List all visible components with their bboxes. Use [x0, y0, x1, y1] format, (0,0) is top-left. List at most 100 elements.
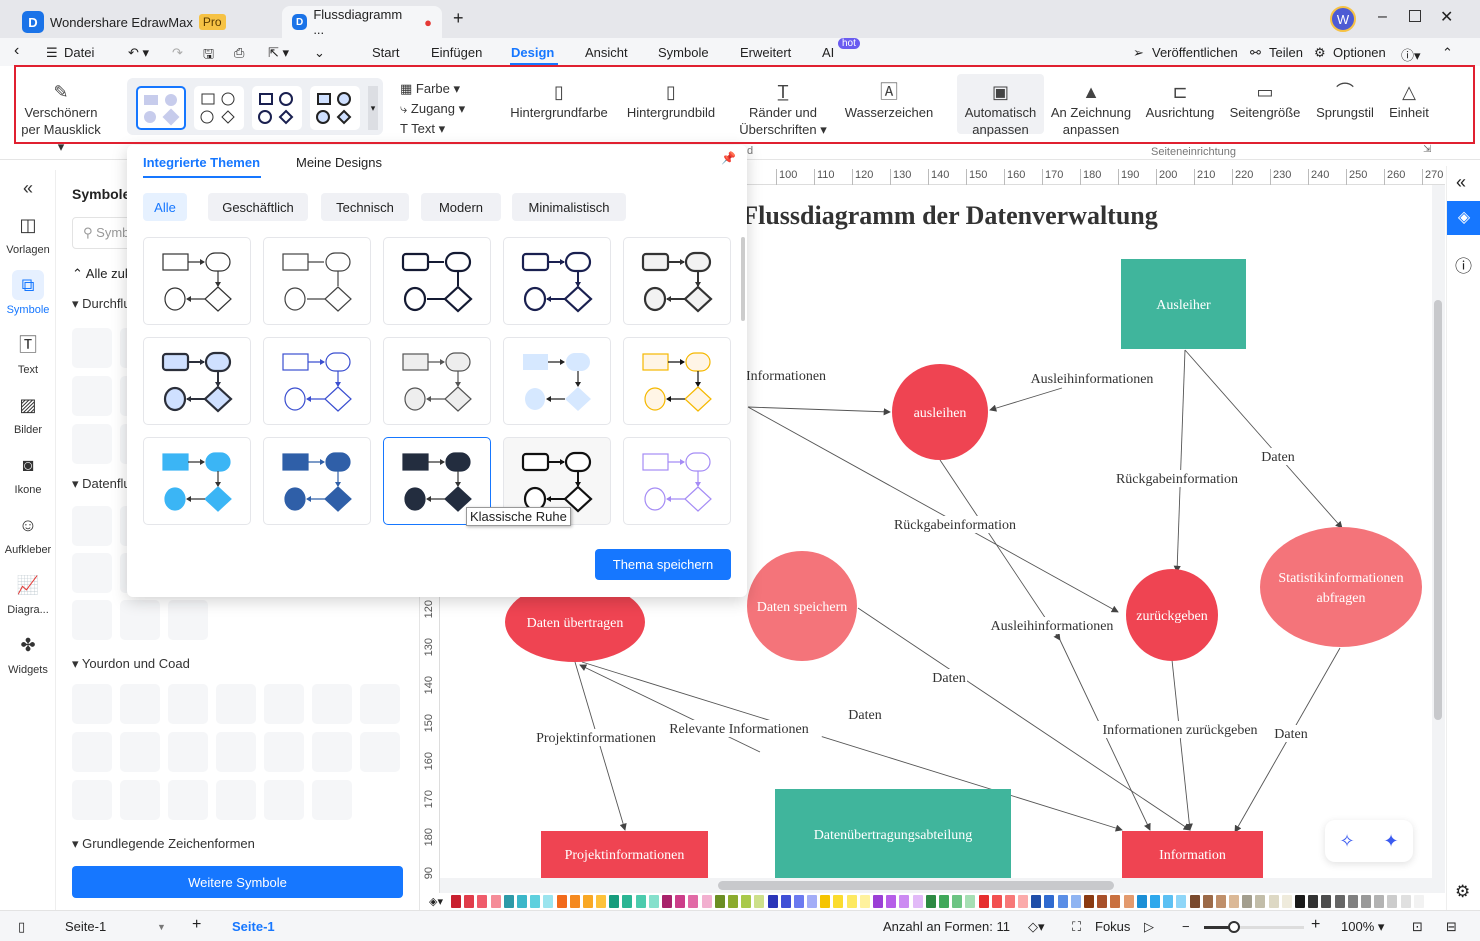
avatar[interactable]: W [1330, 6, 1356, 32]
theme-card[interactable] [143, 337, 251, 425]
palette-color-swatch[interactable] [741, 895, 752, 908]
style-paint-icon[interactable]: ◈ [1447, 201, 1480, 235]
new-tab-button[interactable]: + [453, 8, 464, 29]
symbol-shape-cell[interactable] [72, 376, 112, 416]
symbol-shape-cell[interactable] [216, 780, 256, 820]
symbol-shape-cell[interactable] [264, 684, 304, 724]
minimize-button[interactable]: – [1378, 8, 1387, 26]
page-setup-dialog-launcher[interactable]: ⇲ [1423, 144, 1431, 155]
palette-color-swatch[interactable] [1070, 895, 1081, 908]
palette-color-swatch[interactable] [859, 895, 870, 908]
palette-color-swatch[interactable] [516, 895, 527, 908]
palette-color-swatch[interactable] [1018, 895, 1029, 908]
save-icon[interactable]: 🖫 [203, 45, 214, 67]
palette-color-swatch[interactable] [754, 895, 765, 908]
symbol-shape-cell[interactable] [168, 684, 208, 724]
settings-gear-icon[interactable]: ⚙ [1455, 882, 1470, 902]
palette-color-swatch[interactable] [1400, 895, 1411, 908]
gallery-expand-button[interactable]: ▾ [368, 86, 378, 130]
horizontal-scrollbar[interactable] [718, 881, 1114, 890]
menu-insert[interactable]: Einfügen [431, 45, 482, 60]
diagram-node[interactable]: zurückgeben [1126, 569, 1218, 661]
symbol-shape-cell[interactable] [360, 732, 400, 772]
sidebar-item-vorlagen[interactable]: ◫ Vorlagen [0, 210, 56, 256]
sidebar-item-widgets[interactable]: ✤ Widgets [0, 630, 56, 676]
unit-button[interactable]: △ Einheit [1386, 80, 1432, 121]
palette-color-swatch[interactable] [1097, 895, 1108, 908]
palette-color-swatch[interactable] [1057, 895, 1068, 908]
menu-design[interactable]: Design [511, 45, 554, 60]
diagram-node[interactable]: Projektinformationen [541, 831, 708, 891]
palette-color-swatch[interactable] [1308, 895, 1319, 908]
jump-style-button[interactable]: ⌒ Sprungstil [1312, 80, 1378, 121]
options-button[interactable]: Optionen [1333, 45, 1386, 60]
symbol-shape-cell[interactable] [168, 732, 208, 772]
palette-color-swatch[interactable] [1084, 895, 1094, 908]
menu-symbols[interactable]: Symbole [658, 45, 709, 60]
menu-start[interactable]: Start [372, 45, 399, 60]
palette-color-swatch[interactable] [701, 895, 712, 908]
tab-my-designs[interactable]: Meine Designs [296, 155, 382, 170]
symbol-shape-cell[interactable] [72, 600, 112, 640]
redo-button[interactable]: ↷ [172, 45, 183, 61]
palette-color-swatch[interactable] [451, 895, 461, 908]
filter-modern[interactable]: Modern [421, 193, 501, 221]
palette-color-swatch[interactable] [833, 895, 844, 908]
sidebar-item-aufkleber[interactable]: ☺ Aufkleber [0, 510, 56, 556]
background-image-button[interactable]: ▯ Hintergrundbild [620, 80, 722, 121]
palette-color-swatch[interactable] [1295, 895, 1305, 908]
palette-color-swatch[interactable] [1229, 895, 1240, 908]
symbol-shape-cell[interactable] [312, 732, 352, 772]
zoom-slider-handle[interactable] [1228, 921, 1240, 933]
palette-color-swatch[interactable] [556, 895, 567, 908]
theme-card[interactable] [143, 237, 251, 325]
ai-beautify-icon[interactable]: ✧ [1339, 831, 1354, 852]
share-button[interactable]: Teilen [1269, 45, 1303, 60]
palette-color-swatch[interactable] [780, 895, 791, 908]
palette-color-swatch[interactable] [807, 895, 818, 908]
sidebar-item-ikone[interactable]: ◙ Ikone [0, 450, 56, 496]
maximize-button[interactable] [1409, 10, 1421, 22]
palette-color-swatch[interactable] [1189, 895, 1200, 908]
diagram-node[interactable]: Information [1122, 831, 1263, 891]
palette-color-swatch[interactable] [938, 895, 949, 908]
help-icon[interactable]: ⓘ▾ [1401, 45, 1421, 64]
palette-color-swatch[interactable] [477, 895, 488, 908]
auto-fit-button[interactable]: ▣ Automatisch anpassen [957, 74, 1044, 137]
page-panel-toggle-icon[interactable]: ▯ [18, 919, 25, 935]
palette-color-swatch[interactable] [1374, 895, 1385, 908]
symbol-shape-cell[interactable] [216, 732, 256, 772]
symbol-shape-cell[interactable] [360, 684, 400, 724]
palette-color-swatch[interactable] [596, 895, 607, 908]
symbol-shape-cell[interactable] [72, 553, 112, 593]
theme-card[interactable] [623, 437, 731, 525]
beautify-button[interactable]: ✎ Verschönern per Mausklick ▾ [18, 80, 104, 155]
ai-sparkle-icon[interactable]: ✦ [1383, 831, 1398, 852]
layers-icon[interactable]: ◇▾ [1028, 919, 1045, 935]
palette-color-swatch[interactable] [1110, 895, 1121, 908]
filter-technical[interactable]: Technisch [321, 193, 409, 221]
diagram-node[interactable]: Statistikinformationen abfragen [1260, 527, 1422, 647]
more-symbols-button[interactable]: Weitere Symbole [72, 866, 403, 898]
palette-color-swatch[interactable] [688, 895, 699, 908]
palette-color-swatch[interactable] [1347, 895, 1358, 908]
zoom-slider[interactable] [1204, 921, 1304, 933]
palette-color-swatch[interactable] [1004, 895, 1015, 908]
filter-business[interactable]: Geschäftlich [208, 193, 308, 221]
palette-color-swatch[interactable] [622, 895, 633, 908]
zoom-out-button[interactable]: − [1182, 919, 1190, 934]
palette-color-swatch[interactable] [1202, 895, 1213, 908]
menu-view[interactable]: Ansicht [585, 45, 628, 60]
tab-built-in-themes[interactable]: Integrierte Themen [143, 155, 260, 170]
print-icon[interactable]: ⎙ [234, 45, 244, 61]
collapse-ribbon-icon[interactable]: ⌃ [1442, 45, 1453, 61]
theme-card[interactable] [383, 337, 491, 425]
add-page-button[interactable]: + [192, 916, 201, 934]
symbol-shape-cell[interactable] [72, 780, 112, 820]
palette-color-swatch[interactable] [820, 895, 831, 908]
palette-color-swatch[interactable] [490, 895, 501, 908]
page-size-button[interactable]: ▭ Seitengröße [1226, 80, 1304, 121]
symbol-shape-cell[interactable] [312, 684, 352, 724]
diagram-node[interactable]: Datenübertragungsabteilung [775, 789, 1011, 889]
palette-color-swatch[interactable] [464, 895, 475, 908]
